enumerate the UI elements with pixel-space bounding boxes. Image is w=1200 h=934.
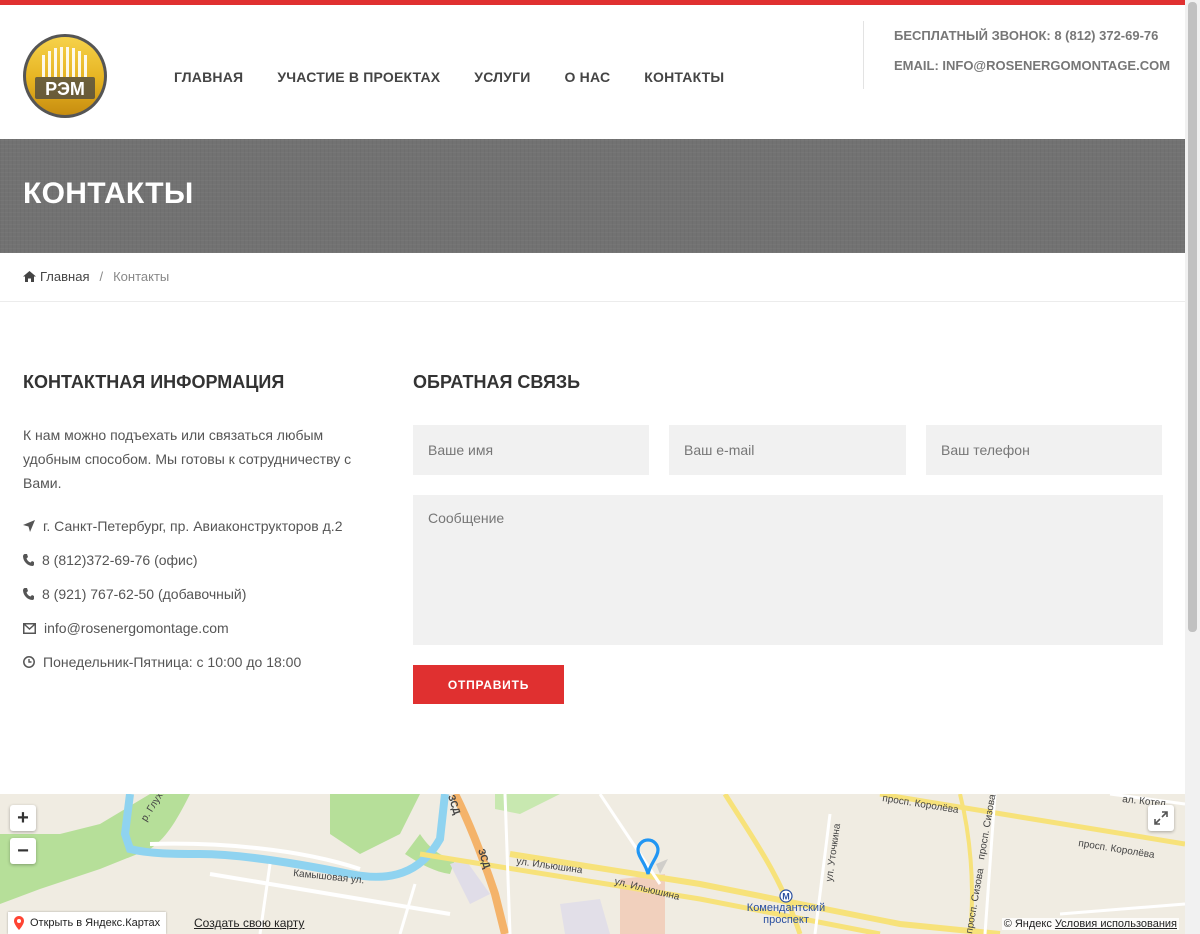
breadcrumb-divider	[0, 301, 1185, 302]
nav-projects[interactable]: УЧАСТИЕ В ПРОЕКТАХ	[277, 69, 440, 85]
clock-icon	[23, 656, 35, 668]
page-title: КОНТАКТЫ	[23, 177, 194, 210]
contact-info-section: КОНТАКТНАЯ ИНФОРМАЦИЯ К нам можно подъех…	[23, 372, 378, 679]
open-in-yandex-label: Открыть в Яндекс.Картах	[30, 917, 161, 929]
metro-name-line-1: Комендантский	[747, 902, 825, 914]
phone-office-text[interactable]: 8 (812)372-69-76 (офис)	[42, 552, 198, 568]
phone-input[interactable]	[926, 425, 1162, 475]
terms-link[interactable]: Условия использования	[1055, 918, 1177, 930]
zoom-out-button[interactable]: −	[10, 838, 36, 864]
open-in-yandex-button[interactable]: Открыть в Яндекс.Картах	[8, 912, 167, 934]
contact-hours: Понедельник-Пятница: с 10:00 до 18:00	[23, 645, 378, 679]
yandex-map[interactable]: р. Глух. Камышовая ул. ул. Ильюшина ул. …	[0, 794, 1185, 934]
breadcrumb: Главная / Контакты	[23, 269, 169, 284]
logo-text: РЭМ	[45, 79, 85, 99]
metro-name-line-2: проспект	[763, 914, 809, 926]
phone-icon	[23, 588, 34, 600]
breadcrumb-home-label: Главная	[40, 269, 90, 284]
contact-info-heading: КОНТАКТНАЯ ИНФОРМАЦИЯ	[23, 372, 285, 392]
map-copyright: © Яндекс Условия использования	[1001, 918, 1179, 930]
phone-icon	[23, 554, 34, 566]
map-canvas[interactable]: р. Глух. Камышовая ул. ул. Ильюшина ул. …	[0, 794, 1185, 934]
nav-services[interactable]: УСЛУГИ	[474, 69, 530, 85]
name-input[interactable]	[413, 425, 649, 475]
nav-about[interactable]: О НАС	[565, 69, 611, 85]
create-map-link[interactable]: Создать свою карту	[194, 916, 304, 930]
main-nav: ГЛАВНАЯ УЧАСТИЕ В ПРОЕКТАХ УСЛУГИ О НАС …	[174, 69, 758, 85]
submit-button[interactable]: ОТПРАВИТЬ	[413, 665, 564, 704]
page: РЭМ ГЛАВНАЯ УЧАСТИЕ В ПРОЕКТАХ УСЛУГИ О …	[0, 0, 1185, 934]
hours-text: Понедельник-Пятница: с 10:00 до 18:00	[43, 654, 302, 670]
site-header: РЭМ ГЛАВНАЯ УЧАСТИЕ В ПРОЕКТАХ УСЛУГИ О …	[0, 5, 1185, 139]
email-text[interactable]: info@rosenergomontage.com	[44, 620, 229, 636]
page-scrollbar[interactable]	[1185, 0, 1200, 934]
zoom-in-button[interactable]: +	[10, 805, 36, 831]
envelope-icon	[23, 622, 36, 634]
company-logo[interactable]: РЭМ	[22, 33, 108, 119]
minus-icon: −	[17, 840, 29, 862]
map-marker-icon	[14, 916, 24, 930]
expand-icon	[1154, 811, 1168, 825]
fullscreen-button[interactable]	[1148, 805, 1174, 831]
breadcrumb-current: Контакты	[113, 269, 170, 284]
page-banner: КОНТАКТЫ	[0, 139, 1185, 253]
breadcrumb-home[interactable]: Главная	[23, 269, 89, 284]
breadcrumb-separator: /	[99, 269, 104, 284]
metro-icon: М	[782, 892, 790, 902]
home-icon	[23, 271, 36, 282]
header-email[interactable]: EMAIL: INFO@ROSENERGOMONTAGE.COM	[894, 51, 1170, 81]
header-contacts: БЕСПЛАТНЫЙ ЗВОНОК: 8 (812) 372-69-76 EMA…	[863, 21, 1170, 89]
contact-phone-extra: 8 (921) 767-62-50 (добавочный)	[23, 577, 378, 611]
contact-phone-office: 8 (812)372-69-76 (офис)	[23, 543, 378, 577]
header-phone[interactable]: БЕСПЛАТНЫЙ ЗВОНОК: 8 (812) 372-69-76	[894, 21, 1170, 51]
nav-home[interactable]: ГЛАВНАЯ	[174, 69, 243, 85]
nav-contacts[interactable]: КОНТАКТЫ	[644, 69, 724, 85]
address-text: г. Санкт-Петербург, пр. Авиаконструкторо…	[43, 518, 343, 534]
scrollbar-thumb[interactable]	[1188, 2, 1197, 632]
copyright-text: © Яндекс	[1003, 918, 1052, 930]
message-textarea[interactable]	[413, 495, 1163, 645]
plus-icon: +	[17, 807, 29, 829]
feedback-section: ОБРАТНАЯ СВЯЗЬ ОТПРАВИТЬ	[413, 372, 1163, 704]
location-arrow-icon	[23, 520, 35, 532]
email-input[interactable]	[669, 425, 906, 475]
contact-address: г. Санкт-Петербург, пр. Авиаконструкторо…	[23, 509, 378, 543]
contact-list: г. Санкт-Петербург, пр. Авиаконструкторо…	[23, 509, 378, 679]
feedback-heading: ОБРАТНАЯ СВЯЗЬ	[413, 372, 581, 392]
contact-intro: К нам можно подъехать или связаться любы…	[23, 427, 352, 491]
phone-extra-text[interactable]: 8 (921) 767-62-50 (добавочный)	[42, 586, 246, 602]
contact-email: info@rosenergomontage.com	[23, 611, 378, 645]
